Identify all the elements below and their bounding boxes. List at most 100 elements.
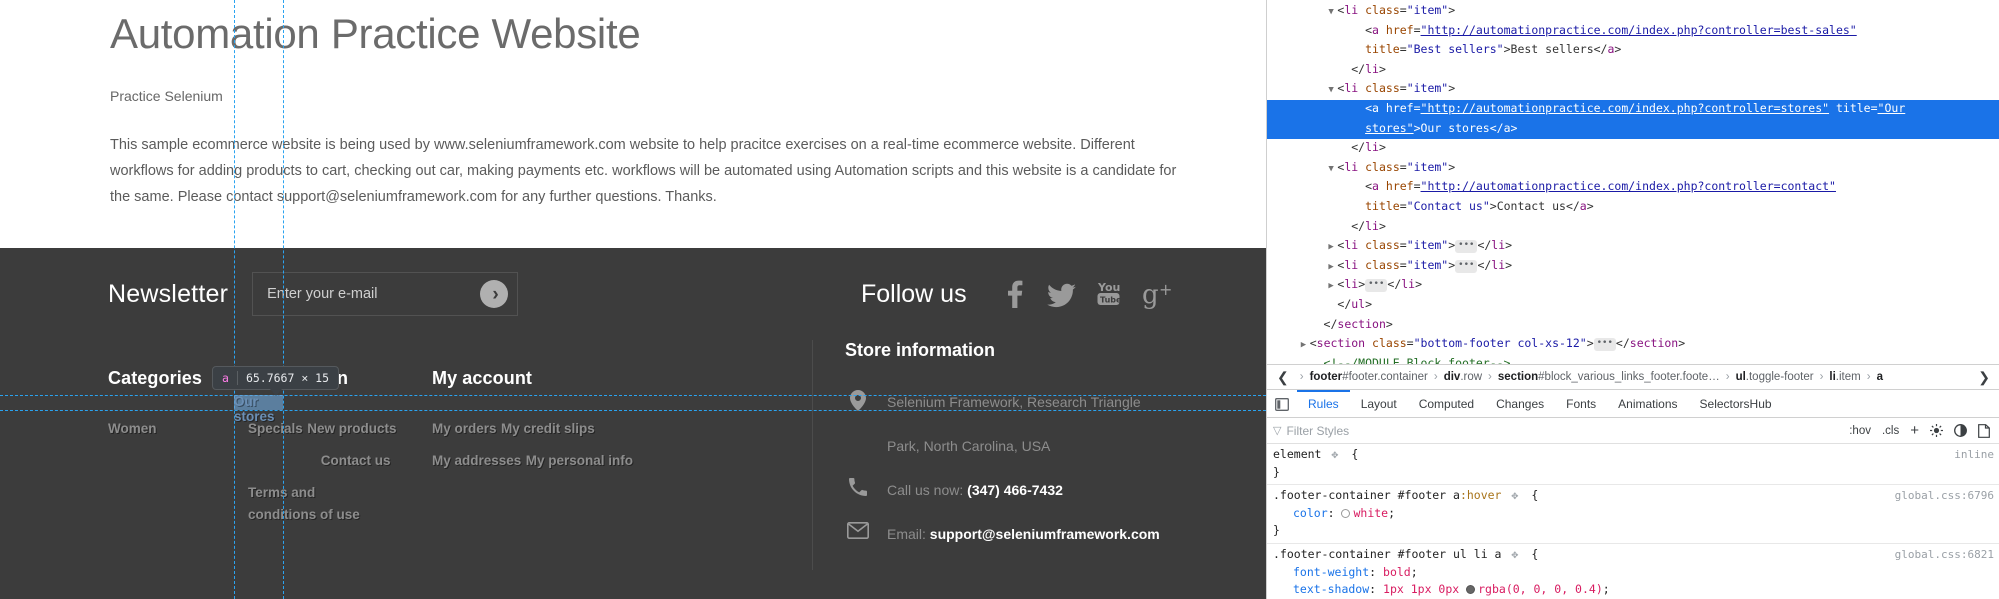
breadcrumb-item[interactable]: section#block_various_links_footer.foote… bbox=[1497, 371, 1721, 383]
phone-icon bbox=[845, 475, 871, 496]
dom-node[interactable]: <!--/MODULE Block footer--> bbox=[1267, 355, 1999, 364]
breadcrumb-separator: › bbox=[1483, 371, 1497, 383]
dom-node[interactable]: <a href="http://automationpractice.com/i… bbox=[1267, 22, 1999, 42]
active-tab-underline bbox=[1297, 390, 1350, 392]
store-address-line1: Selenium Framework, Research Triangle bbox=[887, 387, 1141, 417]
newsletter-form: › bbox=[252, 272, 518, 316]
breadcrumb-item[interactable]: li.item bbox=[1828, 371, 1861, 383]
facebook-icon[interactable] bbox=[997, 277, 1031, 311]
footer-link-contact-us[interactable]: Contact us bbox=[321, 450, 391, 472]
styles-tab-bar[interactable]: RulesLayoutComputedChangesFontsAnimation… bbox=[1267, 391, 1999, 418]
store-information-title: Store information bbox=[845, 340, 1232, 361]
page-paragraph: This sample ecommerce website is being u… bbox=[110, 132, 1180, 210]
newsletter-submit-button[interactable]: › bbox=[471, 273, 517, 315]
footer-column-my-account: My account My orders My credit slips My … bbox=[432, 368, 676, 536]
inspector-guide-horizontal-top bbox=[0, 395, 1266, 396]
footer-link-list: Specials New products Our stores Contact… bbox=[248, 418, 432, 526]
styles-rules-pane[interactable]: element ✥ { }inline.footer-container #fo… bbox=[1267, 444, 1999, 599]
css-rule-origin[interactable]: inline bbox=[1954, 446, 1994, 464]
store-email-text: Email: support@seleniumframework.com bbox=[887, 519, 1160, 549]
googleplus-icon[interactable]: g+ bbox=[1141, 277, 1175, 311]
sun-icon[interactable] bbox=[1930, 424, 1943, 437]
new-style-rule-button[interactable]: + bbox=[1910, 422, 1919, 439]
footer-link-my-personal-info[interactable]: My personal info bbox=[526, 450, 633, 472]
gear-icon[interactable]: ✥ bbox=[1511, 546, 1521, 556]
cls-toggle[interactable]: .cls bbox=[1882, 425, 1899, 437]
css-rule-origin[interactable]: global.css:6796 bbox=[1895, 487, 1994, 505]
dom-node[interactable]: ▶<li class="item">•••</li> bbox=[1267, 237, 1999, 257]
dom-node[interactable]: ▼<li class="item"> bbox=[1267, 2, 1999, 22]
breadcrumb-forward-icon[interactable]: ❯ bbox=[1972, 369, 1996, 386]
dom-node-selected[interactable]: <a href="http://automationpractice.com/i… bbox=[1267, 100, 1999, 120]
inspector-guide-vertical-left bbox=[234, 0, 235, 599]
footer-link-women[interactable]: Women bbox=[108, 418, 157, 440]
tab-selectorshub[interactable]: SelectorsHub bbox=[1689, 391, 1783, 418]
newsletter-email-input[interactable] bbox=[253, 273, 471, 315]
footer-link-my-addresses[interactable]: My addresses bbox=[432, 450, 521, 472]
store-address-row: Selenium Framework, Research Triangle bbox=[845, 387, 1232, 417]
filter-styles-input[interactable]: Filter Styles bbox=[1286, 424, 1349, 438]
footer-link-terms[interactable]: Terms and conditions of use bbox=[248, 482, 364, 526]
dom-node[interactable]: </li> bbox=[1267, 61, 1999, 81]
highlighted-link-our-stores[interactable]: Our stores bbox=[234, 394, 283, 424]
footer-link-new-products[interactable]: New products bbox=[307, 418, 396, 440]
store-phone-text: Call us now: (347) 466-7432 bbox=[887, 475, 1063, 505]
dom-node[interactable]: </li> bbox=[1267, 218, 1999, 238]
breadcrumb-separator: › bbox=[1295, 371, 1309, 383]
breadcrumb[interactable]: ❮ ›footer#footer.container›div.row›secti… bbox=[1267, 364, 1999, 390]
breadcrumb-separator: › bbox=[1429, 371, 1443, 383]
dom-node[interactable]: </ul> bbox=[1267, 296, 1999, 316]
page-icon[interactable] bbox=[1978, 424, 1990, 438]
hov-toggle[interactable]: :hov bbox=[1849, 425, 1871, 437]
css-rule[interactable]: .footer-container #footer a:hover ✥ { co… bbox=[1267, 485, 1999, 544]
dom-node[interactable]: </li> bbox=[1267, 139, 1999, 159]
css-rule[interactable]: .footer-container #footer ul li a ✥ { fo… bbox=[1267, 544, 1999, 599]
dom-node-selected[interactable]: stores">Our stores</a> bbox=[1267, 120, 1999, 140]
twitter-icon[interactable] bbox=[1045, 277, 1079, 311]
dom-node[interactable]: title="Contact us">Contact us</a> bbox=[1267, 198, 1999, 218]
dom-node[interactable]: <a href="http://automationpractice.com/i… bbox=[1267, 178, 1999, 198]
tab-rules[interactable]: Rules bbox=[1297, 391, 1350, 418]
breadcrumb-item[interactable]: a bbox=[1876, 371, 1884, 383]
tab-layout[interactable]: Layout bbox=[1350, 391, 1408, 418]
breadcrumb-item[interactable]: footer#footer.container bbox=[1309, 371, 1429, 383]
footer-column-store-information: Store information Selenium Framework, Re… bbox=[812, 340, 1232, 570]
css-rule-origin[interactable]: global.css:6821 bbox=[1895, 546, 1994, 564]
gear-icon[interactable]: ✥ bbox=[1331, 446, 1341, 456]
gear-icon[interactable]: ✥ bbox=[1511, 487, 1521, 497]
screenshot-root: Automation Practice Website Practice Sel… bbox=[0, 0, 1999, 599]
store-phone-value: (347) 466-7432 bbox=[967, 482, 1063, 498]
styles-filter-bar: ▽ Filter Styles :hov .cls + bbox=[1267, 418, 1999, 444]
css-rule[interactable]: element ✥ { }inline bbox=[1267, 444, 1999, 485]
tab-computed[interactable]: Computed bbox=[1408, 391, 1485, 418]
map-pin-icon bbox=[845, 387, 871, 411]
dom-node[interactable]: ▶<li>•••</li> bbox=[1267, 276, 1999, 296]
dom-node[interactable]: </section> bbox=[1267, 316, 1999, 336]
dom-node[interactable]: title="Best sellers">Best sellers</a> bbox=[1267, 41, 1999, 61]
dom-node[interactable]: ▶<section class="bottom-footer col-xs-12… bbox=[1267, 335, 1999, 355]
dom-node[interactable]: ▼<li class="item"> bbox=[1267, 159, 1999, 179]
breadcrumb-item[interactable]: div.row bbox=[1443, 371, 1483, 383]
footer-column-title: My account bbox=[432, 368, 676, 389]
breadcrumb-separator: › bbox=[1721, 371, 1735, 383]
breadcrumb-item[interactable]: ul.toggle-footer bbox=[1735, 371, 1815, 383]
footer-link-my-credit-slips[interactable]: My credit slips bbox=[501, 418, 595, 440]
youtube-icon[interactable]: You Tube bbox=[1093, 277, 1127, 311]
inspector-guide-vertical-right bbox=[283, 0, 284, 599]
breadcrumb-back-icon[interactable]: ❮ bbox=[1271, 369, 1295, 386]
svg-text:Tube: Tube bbox=[1100, 296, 1122, 305]
dom-node[interactable]: ▶<li class="item">•••</li> bbox=[1267, 257, 1999, 277]
spacer bbox=[845, 431, 871, 434]
tab-fonts[interactable]: Fonts bbox=[1555, 391, 1607, 418]
dom-node[interactable]: ▼<li class="item"> bbox=[1267, 80, 1999, 100]
inspector-guide-horizontal-bottom bbox=[0, 410, 1266, 411]
elements-tree[interactable]: ▼<li class="item"> <a href="http://autom… bbox=[1267, 0, 1999, 364]
toggle-sidebar-icon[interactable] bbox=[1267, 398, 1297, 411]
footer-link-my-orders[interactable]: My orders bbox=[432, 418, 497, 440]
contrast-icon[interactable] bbox=[1954, 424, 1967, 437]
tab-animations[interactable]: Animations bbox=[1607, 391, 1688, 418]
tab-changes[interactable]: Changes bbox=[1485, 391, 1555, 418]
color-swatch[interactable] bbox=[1341, 509, 1350, 518]
color-swatch[interactable] bbox=[1466, 585, 1475, 594]
chevron-right-icon[interactable]: ▶ bbox=[1301, 337, 1310, 355]
